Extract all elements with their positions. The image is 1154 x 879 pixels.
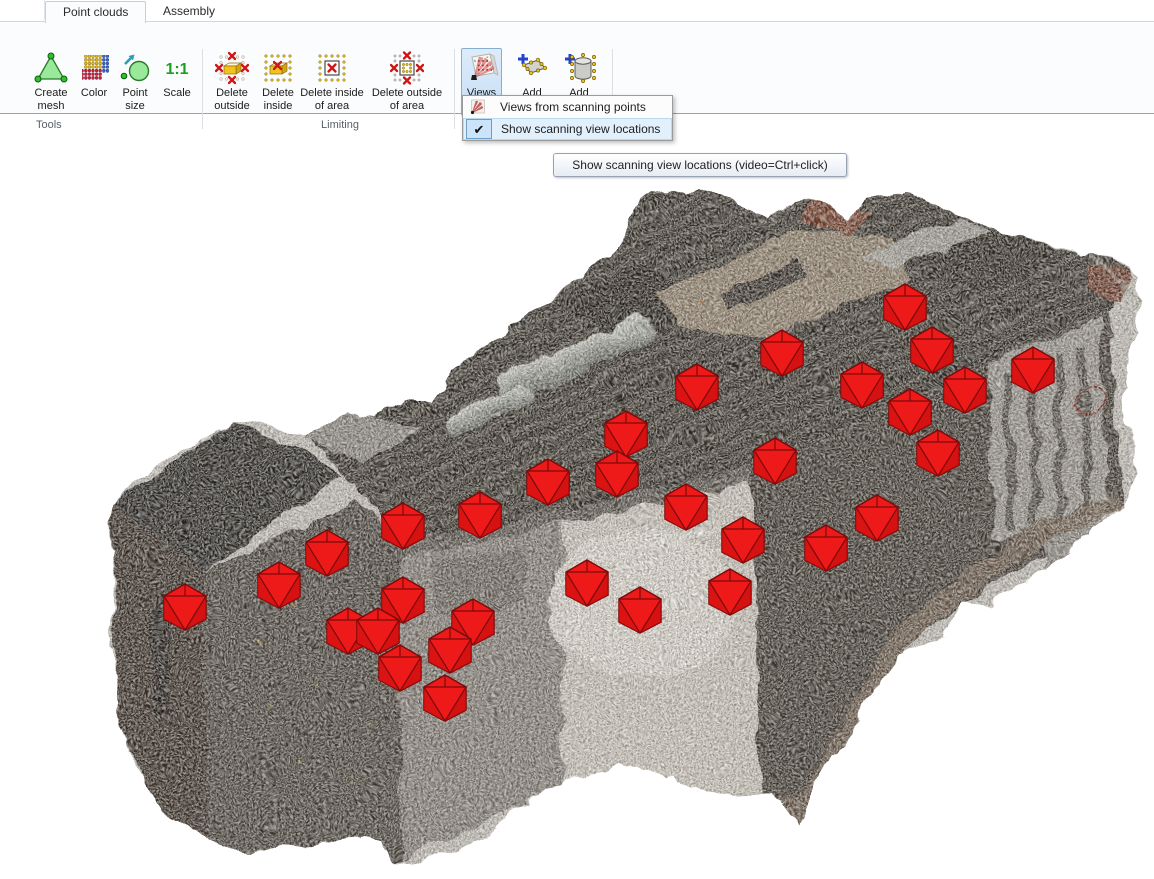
group-separator xyxy=(454,49,455,129)
point-size-icon xyxy=(118,51,152,85)
views-dropdown-menu: Views from scanning points ✔ Show scanni… xyxy=(462,95,673,141)
tab-bar: Point clouds Assembly xyxy=(0,0,1154,22)
delete-inside-icon xyxy=(261,51,295,85)
delete-inside-of-area-button[interactable]: Delete inside of area xyxy=(297,48,367,116)
delete-outside-area-icon xyxy=(390,51,424,85)
point-size-button[interactable]: Point size xyxy=(114,48,156,116)
action-tooltip: Show scanning view locations (video=Ctrl… xyxy=(553,153,847,177)
color-dots-icon xyxy=(77,51,111,85)
app-button[interactable] xyxy=(0,0,45,21)
button-label: Delete outside xyxy=(209,87,255,113)
button-label: Delete inside of area xyxy=(298,87,366,113)
delete-outside-of-area-button[interactable]: Delete outside of area xyxy=(367,48,447,116)
scale-button[interactable]: 1:1 Scale xyxy=(156,48,198,116)
button-label: Create mesh xyxy=(29,87,73,113)
scan-fan-icon xyxy=(465,97,491,117)
button-label: Scale xyxy=(163,87,191,100)
button-label: Color xyxy=(81,87,107,100)
add-cylinder-icon xyxy=(562,51,596,85)
tab-point-clouds[interactable]: Point clouds xyxy=(45,1,146,23)
tab-assembly[interactable]: Assembly xyxy=(146,1,232,22)
mesh-triangle-icon xyxy=(34,51,68,85)
group-label-limiting: Limiting xyxy=(300,119,380,131)
group-label-tools: Tools xyxy=(36,119,62,131)
menu-item-show-scanning-view-locations[interactable]: ✔ Show scanning view locations xyxy=(463,118,672,140)
menu-item-label: Show scanning view locations xyxy=(501,122,660,136)
group-separator xyxy=(202,49,203,129)
delete-inside-button[interactable]: Delete inside xyxy=(257,48,299,116)
scale-icon: 1:1 xyxy=(160,51,194,85)
checkmark-icon: ✔ xyxy=(466,119,492,139)
delete-outside-icon xyxy=(215,51,249,85)
add-plane-icon xyxy=(515,51,549,85)
button-label: Delete inside xyxy=(258,87,298,113)
delete-inside-area-icon xyxy=(315,51,349,85)
views-icon xyxy=(465,51,499,85)
svg-text:1:1: 1:1 xyxy=(165,61,188,78)
point-cloud-building xyxy=(100,180,1150,879)
delete-outside-button[interactable]: Delete outside xyxy=(208,48,256,116)
color-button[interactable]: Color xyxy=(76,48,112,116)
menu-item-label: Views from scanning points xyxy=(500,100,646,114)
menu-item-views-from-scanning-points[interactable]: Views from scanning points xyxy=(463,96,672,118)
button-label: Delete outside of area xyxy=(368,87,446,113)
button-label: Point size xyxy=(115,87,155,113)
create-mesh-button[interactable]: Create mesh xyxy=(28,48,74,116)
